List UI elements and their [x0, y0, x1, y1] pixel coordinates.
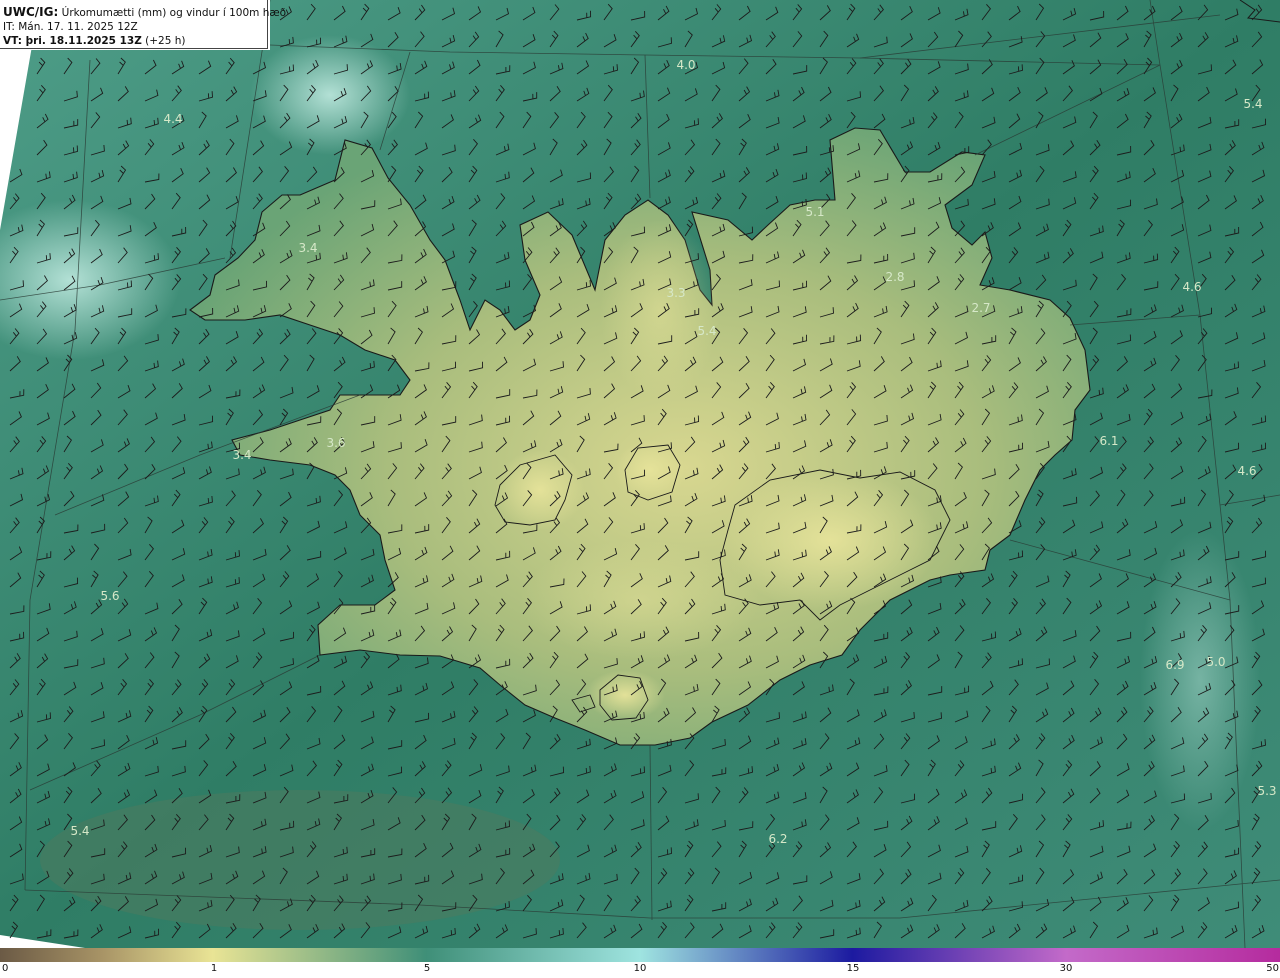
- highland-south: [520, 540, 760, 660]
- model-name: UWC/IG:: [3, 5, 59, 19]
- map-value-label: 2.7: [971, 301, 991, 315]
- highland-north: [600, 220, 720, 400]
- colorbar-tick: 0: [2, 963, 9, 974]
- init-time: IT: Mán. 17. 11. 2025 12Z: [3, 21, 138, 33]
- valid-time-line: VT: þri. 18.11.2025 13Z (+25 h): [3, 34, 267, 48]
- map-info-box: UWC/IG: Úrkomumætti (mm) og vindur í 100…: [0, 0, 286, 49]
- map-value-label: 5.1: [805, 205, 825, 219]
- dry-patch-s: [40, 790, 560, 930]
- map-value-label: 4.0: [676, 58, 696, 72]
- map-value-label: 4.4: [163, 112, 183, 126]
- map-value-label: 3.4: [232, 448, 252, 462]
- forecast-hour: (+25 h): [145, 35, 186, 47]
- colorbar-tick: 5: [423, 963, 431, 974]
- map-value-label: 3.3: [666, 286, 686, 300]
- precipitation-colorbar: 0 1 5 10 15 30 50: [0, 948, 1280, 978]
- colorbar-tick: 1: [210, 963, 218, 974]
- map-value-label: 6.2: [768, 832, 788, 846]
- map-value-label: 5.0: [1206, 655, 1226, 669]
- colorbar-tick: 15: [846, 963, 860, 974]
- map-value-label: 5.4: [70, 824, 90, 838]
- colorbar-gradient: [0, 948, 1280, 962]
- colorbar-tick: 30: [1059, 963, 1073, 974]
- light-precip-patch-nw: [250, 35, 410, 155]
- map-value-label: 4.6: [1237, 464, 1257, 478]
- precipitation-wind-map: [0, 0, 1280, 948]
- map-value-label: 3.4: [298, 241, 318, 255]
- title-line: UWC/IG: Úrkomumætti (mm) og vindur í 100…: [3, 5, 286, 20]
- map-value-label: 5.4: [1243, 97, 1263, 111]
- glacier-langjokull: [495, 450, 585, 530]
- glacier-myrdalsjokull: [585, 670, 665, 720]
- map-value-label: 6.9: [1165, 658, 1185, 672]
- map-value-label: 4.6: [1182, 280, 1202, 294]
- light-precip-patch-e: [1140, 530, 1260, 830]
- map-value-label: 3.6: [326, 436, 346, 450]
- map-value-label: 5.3: [1257, 784, 1277, 798]
- map-value-label: 5.6: [100, 589, 120, 603]
- map-description: Úrkomumætti (mm) og vindur í 100m hæð: [61, 7, 287, 19]
- colorbar-tick: 10: [633, 963, 647, 974]
- valid-time: VT: þri. 18.11.2025 13Z: [3, 35, 142, 47]
- map-value-label: 6.1: [1099, 434, 1119, 448]
- map-value-label: 5.4: [697, 324, 717, 338]
- colorbar-tick: 50: [1266, 963, 1279, 974]
- map-value-label: 2.8: [885, 270, 905, 284]
